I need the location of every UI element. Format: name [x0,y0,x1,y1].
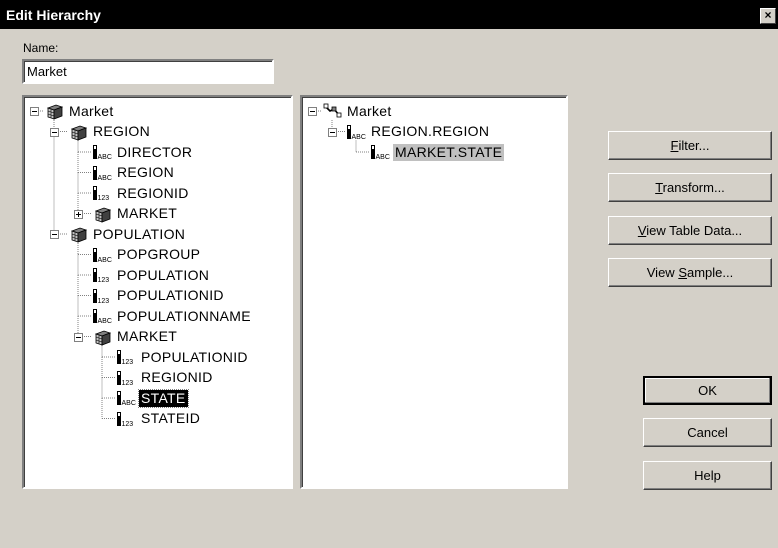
help-button-label: Help [694,468,721,483]
svg-text:ABC: ABC [98,175,112,182]
svg-text:ABC: ABC [122,400,136,407]
tree-node-label: STATEID [141,410,201,426]
table-cube-icon [92,328,112,346]
numeric-field-icon: 123 [92,287,112,305]
view-sample-button[interactable]: View Sample... [608,258,772,287]
tree-node-label: POPULATIONNAME [117,307,251,324]
name-label: Name: [23,41,59,55]
tree-node[interactable]: ABC REGION [92,163,176,183]
numeric-field-icon: 123 [116,410,136,428]
hierarchy-tree[interactable]: Market ABC REGION.REGION ABC MARKET.STATE [300,95,568,489]
numeric-field-icon: 123 [116,348,136,366]
window-title: Edit Hierarchy [6,7,101,23]
table-cube-icon [68,225,88,243]
tree-node-label: STATE [138,388,189,408]
svg-text:ABC: ABC [98,318,112,325]
tree-node[interactable]: 123 POPULATION [92,265,211,285]
tree-node[interactable]: 123 STATEID [116,409,202,429]
tree-node-label: POPULATIONID [117,287,224,303]
svg-text:ABC: ABC [376,154,390,161]
tree-node-label: MARKET.STATE [393,143,505,161]
tree-node-label: MARKET [117,205,178,221]
svg-text:123: 123 [122,359,134,366]
text-field-icon: ABC [370,143,390,161]
tree-node-label: POPULATION [117,266,210,283]
text-field-icon: ABC [92,246,112,264]
collapse-icon[interactable] [50,230,59,239]
filter-button-label: Filter... [670,138,710,153]
svg-text:123: 123 [122,380,134,387]
table-cube-icon [44,102,64,120]
tree-node-label: MARKET [117,328,178,344]
tree-node-label: POPULATION [93,225,186,242]
tree-node-label: POPULATIONID [141,348,248,365]
tree-node-label: REGIONID [117,184,189,201]
cancel-button-label: Cancel [687,425,728,440]
numeric-field-icon: 123 [92,184,112,202]
collapse-icon[interactable] [74,332,83,342]
close-button[interactable]: × [760,8,776,24]
text-field-icon: ABC [92,164,112,182]
collapse-icon[interactable] [328,127,337,137]
tree-node-label: Market [69,102,114,119]
tree-node-label: REGION.REGION [371,123,490,139]
tree-node[interactable]: MARKET [92,327,179,347]
transform-button-label: Transform... [655,180,725,195]
ok-button[interactable]: OK [643,376,772,405]
tree-node[interactable]: ABC REGION.REGION [346,122,491,142]
collapse-icon[interactable] [50,127,59,137]
svg-text:123: 123 [98,298,110,305]
tree-node[interactable]: 123 POPULATIONID [92,286,226,306]
table-cube-icon [68,123,88,141]
view-sample-button-label: View Sample... [646,265,734,280]
tree-node[interactable]: ABC MARKET.STATE [370,142,505,162]
table-cube-icon [92,205,112,223]
numeric-field-icon: 123 [92,266,112,284]
hierarchy-link-icon [322,102,342,120]
tree-node[interactable]: 123 REGIONID [92,183,191,203]
tree-node[interactable]: REGION [68,122,152,142]
tree-node-label: Market [347,102,392,119]
tree-node-label: REGION [117,164,175,180]
text-field-icon: ABC [116,389,136,407]
view-table-data-button[interactable]: View Table Data... [608,216,772,245]
tree-node-label: POPGROUP [117,246,201,262]
svg-text:123: 123 [122,421,134,428]
tree-node-label: DIRECTOR [117,143,193,160]
tree-node-label: REGIONID [141,369,213,385]
collapse-icon[interactable] [308,107,317,116]
expand-icon[interactable] [74,209,83,219]
source-tree[interactable]: Market REGION ABC DIRECTOR ABC REGION 123 REGIO… [22,95,293,489]
view-table-data-button-label: View Table Data... [637,223,743,238]
svg-text:123: 123 [98,195,110,202]
tree-node[interactable]: 123 REGIONID [116,368,215,388]
tree-node[interactable]: ABC POPULATIONNAME [92,306,253,326]
name-input[interactable] [22,59,274,84]
tree-node[interactable]: Market [322,101,394,121]
text-field-icon: ABC [346,123,366,141]
text-field-icon: ABC [92,143,112,161]
filter-button[interactable]: Filter... [608,131,772,160]
tree-node[interactable]: ABC DIRECTOR [92,142,194,162]
collapse-icon[interactable] [30,107,39,116]
cancel-button[interactable]: Cancel [643,418,772,447]
tree-node[interactable]: ABC POPGROUP [92,245,202,265]
tree-node-label: REGION [93,123,151,139]
transform-button[interactable]: Transform... [608,173,772,202]
tree-node[interactable]: 123 POPULATIONID [116,347,250,367]
svg-text:123: 123 [98,277,110,284]
svg-text:ABC: ABC [352,134,366,141]
numeric-field-icon: 123 [116,369,136,387]
tree-node[interactable]: Market [44,101,116,121]
ok-button-label: OK [698,383,717,398]
svg-text:ABC: ABC [98,257,112,264]
help-button[interactable]: Help [643,461,772,490]
tree-node[interactable]: ABC STATE [116,388,189,408]
tree-node[interactable]: MARKET [92,204,179,224]
tree-node[interactable]: POPULATION [68,224,187,244]
text-field-icon: ABC [92,307,112,325]
svg-text:ABC: ABC [98,154,112,161]
title-bar: Edit Hierarchy × [0,0,778,29]
